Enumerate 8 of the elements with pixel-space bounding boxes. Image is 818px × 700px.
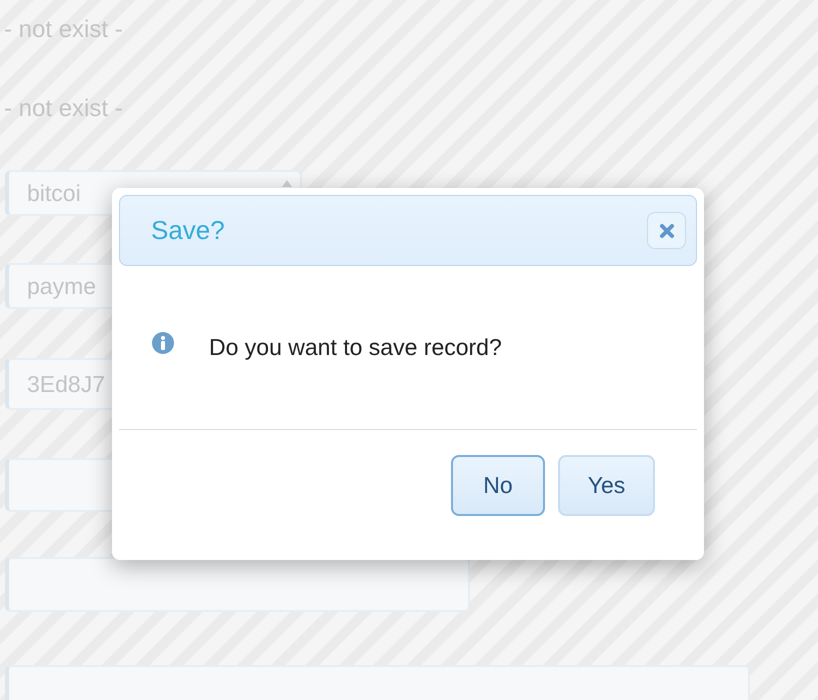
close-button[interactable] (647, 212, 686, 249)
input-field[interactable] (5, 557, 470, 612)
dialog-message: Do you want to save record? (209, 333, 502, 362)
close-icon (658, 222, 674, 238)
yes-button[interactable]: Yes (558, 455, 655, 516)
no-button[interactable]: No (451, 455, 545, 516)
dialog-title: Save? (151, 214, 225, 247)
info-icon (152, 332, 174, 354)
